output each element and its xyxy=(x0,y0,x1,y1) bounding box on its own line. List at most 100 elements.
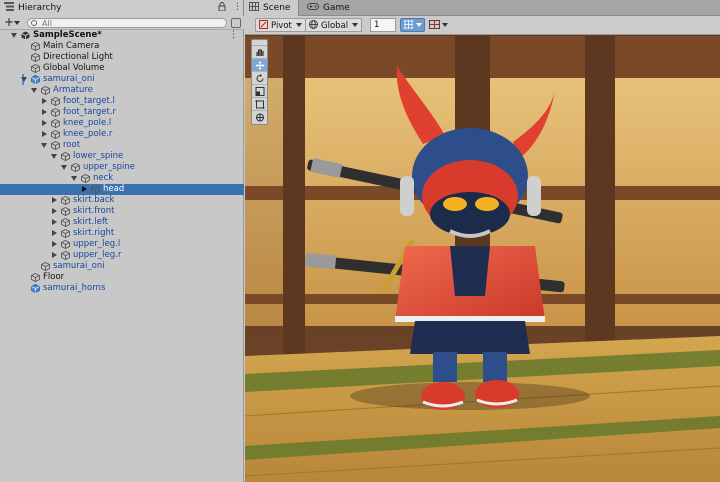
hierarchy-row[interactable]: skirt.back xyxy=(0,195,244,206)
chevron-down-icon[interactable] xyxy=(51,154,57,159)
scene-tabbar: Scene Game xyxy=(245,0,720,16)
tab-hierarchy[interactable]: Hierarchy xyxy=(0,0,244,16)
rotate-tool[interactable] xyxy=(252,72,267,85)
hierarchy-row-label: samurai_horns xyxy=(43,283,106,293)
chevron-right-icon[interactable] xyxy=(52,219,57,225)
gameobject-cube-icon xyxy=(31,52,40,63)
hierarchy-row[interactable]: Floor xyxy=(0,272,244,283)
hierarchy-row[interactable]: Global Volume xyxy=(0,63,244,74)
transform-tool[interactable] xyxy=(252,111,267,124)
chevron-right-icon[interactable] xyxy=(42,98,47,104)
hierarchy-row-label: Directional Light xyxy=(43,52,113,62)
lock-icon[interactable] xyxy=(218,2,226,14)
hierarchy-row[interactable]: samurai_oni xyxy=(0,74,244,85)
hierarchy-row[interactable]: samurai_horns xyxy=(0,283,244,294)
gameobject-cube-icon xyxy=(61,228,70,239)
global-dropdown[interactable]: Global xyxy=(305,18,363,32)
search-input[interactable] xyxy=(42,18,222,28)
hierarchy-row-label: foot_target.l xyxy=(63,96,115,106)
hierarchy-row[interactable]: head xyxy=(0,184,244,195)
filter-icon[interactable] xyxy=(231,18,241,28)
hierarchy-row[interactable]: Directional Light xyxy=(0,52,244,63)
rect-tool[interactable] xyxy=(252,98,267,111)
hierarchy-row[interactable]: knee_pole.l xyxy=(0,118,244,129)
hierarchy-row[interactable]: Armature xyxy=(0,85,244,96)
hierarchy-row-label: SampleScene* xyxy=(33,30,102,40)
hierarchy-row[interactable]: upper_spine xyxy=(0,162,244,173)
chevron-right-icon[interactable] xyxy=(42,109,47,115)
prefab-cube-icon xyxy=(31,75,40,84)
toolbar-divider xyxy=(361,19,362,32)
move-tool[interactable] xyxy=(252,59,267,72)
chevron-right-icon[interactable] xyxy=(52,208,57,214)
scene-panel: Scene Game Pivot Global 1 xyxy=(245,0,720,482)
hierarchy-row-label: upper_leg.l xyxy=(73,239,121,249)
scene-grid-icon xyxy=(249,2,259,11)
chevron-down-icon[interactable] xyxy=(71,176,77,181)
hierarchy-row[interactable]: skirt.left xyxy=(0,217,244,228)
hierarchy-row[interactable]: samurai_oni xyxy=(0,261,244,272)
tab-game[interactable]: Game xyxy=(303,0,355,16)
hierarchy-row[interactable]: foot_target.l xyxy=(0,96,244,107)
chevron-down-icon[interactable] xyxy=(61,165,67,170)
hierarchy-row-label: head xyxy=(103,184,125,194)
scene-toolbar: Pivot Global 1 xyxy=(245,16,720,35)
tab-more-button[interactable]: ⋮ xyxy=(233,2,242,12)
chevron-right-icon[interactable] xyxy=(52,197,57,203)
chevron-down-icon[interactable] xyxy=(21,77,27,82)
hierarchy-panel: Hierarchy ⋮ + SampleScene* ⋮ Main CameraDi… xyxy=(0,0,244,482)
chevron-down-icon xyxy=(442,23,448,27)
hierarchy-row-label: Floor xyxy=(43,272,65,282)
hierarchy-row[interactable]: SampleScene* ⋮ xyxy=(0,30,244,41)
chevron-down-icon[interactable] xyxy=(41,143,47,148)
chevron-down-icon[interactable] xyxy=(31,88,37,93)
hierarchy-row[interactable]: upper_leg.r xyxy=(0,250,244,261)
hierarchy-row[interactable]: neck xyxy=(0,173,244,184)
hierarchy-row[interactable]: lower_spine xyxy=(0,151,244,162)
chevron-right-icon[interactable] xyxy=(82,186,87,192)
chevron-down-icon[interactable] xyxy=(14,21,20,25)
hierarchy-row[interactable]: skirt.front xyxy=(0,206,244,217)
gameobject-cube-icon xyxy=(31,272,40,283)
globe-icon xyxy=(309,20,318,29)
chevron-down-icon xyxy=(295,23,302,27)
chevron-right-icon[interactable] xyxy=(52,252,57,258)
hierarchy-list-icon xyxy=(4,2,14,11)
chevron-down-icon[interactable] xyxy=(11,33,17,38)
chevron-right-icon[interactable] xyxy=(42,131,47,137)
hierarchy-row[interactable]: root xyxy=(0,140,244,151)
gameobject-cube-icon xyxy=(51,96,60,107)
hierarchy-row-label: skirt.front xyxy=(73,206,115,216)
hierarchy-row-label: Main Camera xyxy=(43,41,100,51)
gameobject-cube-icon xyxy=(41,85,50,96)
hierarchy-row[interactable]: knee_pole.r xyxy=(0,129,244,140)
hierarchy-row-label: skirt.left xyxy=(73,217,109,227)
hierarchy-row-label: lower_spine xyxy=(73,151,124,161)
scene-more-button[interactable]: ⋮ xyxy=(229,30,238,41)
chevron-right-icon[interactable] xyxy=(52,230,57,236)
pivot-label: Pivot xyxy=(271,21,292,31)
hierarchy-tab-label: Hierarchy xyxy=(18,3,62,13)
hierarchy-row[interactable]: Main Camera xyxy=(0,41,244,52)
search-field[interactable] xyxy=(27,18,227,28)
hierarchy-row[interactable]: skirt.right xyxy=(0,228,244,239)
tab-scene[interactable]: Scene xyxy=(245,0,299,16)
scale-tool[interactable] xyxy=(252,85,267,98)
hierarchy-row-label: neck xyxy=(93,173,114,183)
scene-viewport[interactable] xyxy=(245,36,720,482)
increment-snap-dropdown[interactable] xyxy=(426,18,451,32)
gameobject-cube-icon xyxy=(61,250,70,261)
pivot-dropdown[interactable]: Pivot xyxy=(255,18,306,32)
hierarchy-row[interactable]: upper_leg.l xyxy=(0,239,244,250)
chevron-right-icon[interactable] xyxy=(42,120,47,126)
hierarchy-row-label: skirt.right xyxy=(73,228,115,238)
chevron-right-icon[interactable] xyxy=(52,241,57,247)
hierarchy-row-label: knee_pole.r xyxy=(63,129,113,139)
add-object-button[interactable]: + xyxy=(4,16,14,30)
gameobject-cube-icon xyxy=(81,173,90,184)
grid-snap-toggle[interactable] xyxy=(400,18,425,32)
hand-tool[interactable] xyxy=(252,46,267,59)
snap-increment-field[interactable]: 1 xyxy=(370,18,396,32)
pivot-icon xyxy=(259,20,268,29)
hierarchy-row[interactable]: foot_target.r xyxy=(0,107,244,118)
